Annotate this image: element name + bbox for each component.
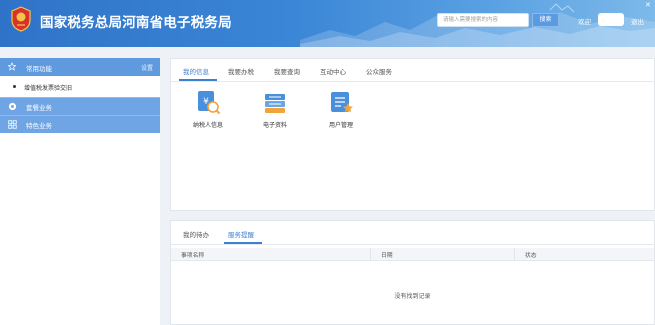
sidebar-item-label: 套餐业务 — [26, 104, 52, 112]
search-button[interactable]: 搜索 — [532, 13, 559, 27]
tile-user-management[interactable]: 用户管理 — [316, 89, 366, 149]
sidebar-item-invoice[interactable]: 增值税发票验交旧 — [0, 76, 160, 97]
active-tab-indicator — [224, 242, 262, 244]
column-divider — [370, 248, 371, 260]
top-banner: 国家税务总局河南省电子税务局 搜索 欢迎 退出 ✕ — [0, 0, 655, 47]
site-title: 国家税务总局河南省电子税务局 — [40, 15, 232, 31]
tab-public-service[interactable]: 公众服务 — [366, 66, 392, 76]
sidebar-item-label: 特色业务 — [26, 122, 52, 130]
empty-state-text: 没有找到记录 — [394, 293, 431, 300]
tab-query[interactable]: 我要查询 — [274, 66, 300, 76]
taxpayer-info-icon: ¥ — [198, 91, 221, 115]
e-documents-icon — [265, 94, 285, 113]
tab-service-reminder[interactable]: 服务提醒 — [228, 229, 254, 239]
grid-icon — [8, 120, 17, 129]
tile-label: 电子资料 — [262, 122, 287, 129]
todo-panel: 我的待办 服务提醒 事项名称 日期 状态 没有找到记录 — [170, 220, 655, 325]
tile-taxpayer-info[interactable]: ¥ 纳税人信息 — [183, 89, 233, 149]
tax-emblem-icon — [11, 6, 31, 32]
tile-label: 用户管理 — [328, 122, 353, 129]
sidebar-item-label: 增值税发票验交旧 — [24, 85, 73, 92]
sidebar: 常用功能 设置 增值税发票验交旧 套餐业务 特色业务 — [0, 58, 160, 325]
column-header-status: 状态 — [525, 253, 537, 259]
close-icon[interactable]: ✕ — [645, 1, 651, 9]
my-info-panel: 我的信息 我要办税 我要查询 互动中心 公众服务 ¥ 纳税人信息 电子资料 用户 — [170, 58, 655, 211]
column-header-item: 事项名称 — [181, 253, 205, 259]
star-icon — [8, 62, 16, 71]
tab-interaction[interactable]: 互动中心 — [320, 66, 346, 76]
welcome-text: 欢迎 — [578, 18, 591, 26]
username-box[interactable] — [598, 13, 624, 26]
column-divider — [514, 248, 515, 260]
column-header-date: 日期 — [381, 253, 393, 259]
tile-label: 纳税人信息 — [192, 122, 223, 129]
sidebar-item-special[interactable]: 特色业务 — [0, 115, 160, 133]
package-icon — [8, 102, 17, 111]
logout-link[interactable]: 退出 — [631, 16, 644, 26]
sidebar-common-functions[interactable]: 常用功能 设置 — [0, 58, 160, 76]
table-header: 事项名称 日期 状态 — [171, 248, 654, 261]
tile-e-documents[interactable]: 电子资料 — [250, 89, 300, 149]
user-management-icon — [331, 92, 353, 113]
bottom-tabs: 我的待办 服务提醒 — [171, 221, 654, 245]
search-input[interactable] — [437, 13, 529, 27]
sidebar-item-packages[interactable]: 套餐业务 — [0, 97, 160, 115]
tab-tax-handling[interactable]: 我要办税 — [228, 66, 254, 76]
main-tabs: 我的信息 我要办税 我要查询 互动中心 公众服务 — [171, 59, 654, 82]
bullet-icon — [13, 85, 16, 88]
tab-my-todo[interactable]: 我的待办 — [183, 229, 209, 239]
sidebar-common-label: 常用功能 — [26, 65, 52, 73]
tab-my-info[interactable]: 我的信息 — [183, 66, 209, 76]
sidebar-settings-link[interactable]: 设置 — [141, 63, 153, 72]
active-tab-indicator — [179, 79, 217, 81]
